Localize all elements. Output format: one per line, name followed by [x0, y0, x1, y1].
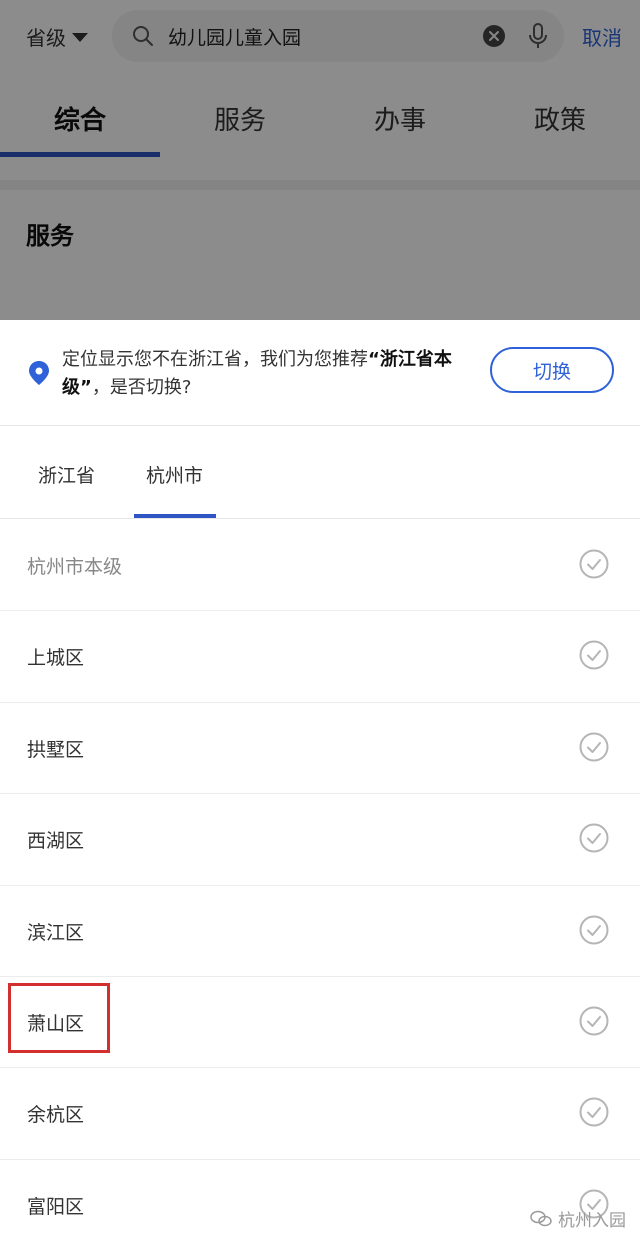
check-circle-icon	[579, 915, 609, 945]
district-label: 滨江区	[27, 921, 85, 944]
list-item[interactable]: 滨江区	[0, 886, 640, 977]
list-item[interactable]: 西湖区	[0, 794, 640, 886]
location-notice-text: 定位显示您不在浙江省，我们为您推荐“浙江省本级”，是否切换?	[62, 349, 452, 398]
highlight-annotation-box	[8, 983, 110, 1053]
list-item[interactable]: 拱墅区	[0, 703, 640, 795]
check-circle-icon	[579, 823, 609, 853]
district-label: 余杭区	[27, 1104, 85, 1127]
district-label: 西湖区	[27, 830, 85, 853]
watermark-text: 杭州入园	[558, 1211, 626, 1231]
district-label: 杭州市本级	[27, 556, 123, 578]
list-item[interactable]: 上城区	[0, 611, 640, 703]
check-circle-icon	[579, 549, 609, 579]
watermark: 杭州入园	[530, 1206, 626, 1231]
location-notice: 定位显示您不在浙江省，我们为您推荐“浙江省本级”，是否切换? 切换	[0, 320, 640, 426]
district-label: 上城区	[27, 647, 85, 670]
check-circle-icon	[579, 732, 609, 762]
wechat-icon	[530, 1210, 552, 1226]
tab-zhejiang-province[interactable]: 浙江省	[38, 461, 95, 488]
check-circle-icon	[579, 1097, 609, 1127]
check-circle-icon	[579, 1006, 609, 1036]
list-item[interactable]: 杭州市本级	[0, 520, 640, 612]
list-item[interactable]: 富阳区	[0, 1160, 640, 1248]
switch-button[interactable]: 切换	[490, 347, 614, 393]
region-picker-sheet: 定位显示您不在浙江省，我们为您推荐“浙江省本级”，是否切换? 切换 浙江省 杭州…	[0, 320, 640, 1248]
tab-hangzhou-city[interactable]: 杭州市	[146, 461, 203, 488]
district-label: 富阳区	[27, 1195, 85, 1218]
level-tabs: 浙江省 杭州市	[0, 427, 640, 519]
district-label: 拱墅区	[27, 738, 85, 761]
district-list: 杭州市本级 上城区 拱墅区 西湖区 滨江区 萧山区 余杭区 富阳区	[0, 520, 640, 1248]
active-level-indicator	[134, 514, 216, 518]
list-item[interactable]: 余杭区	[0, 1068, 640, 1160]
dim-overlay[interactable]	[0, 0, 640, 320]
location-pin-icon	[29, 361, 49, 385]
check-circle-icon	[579, 640, 609, 670]
